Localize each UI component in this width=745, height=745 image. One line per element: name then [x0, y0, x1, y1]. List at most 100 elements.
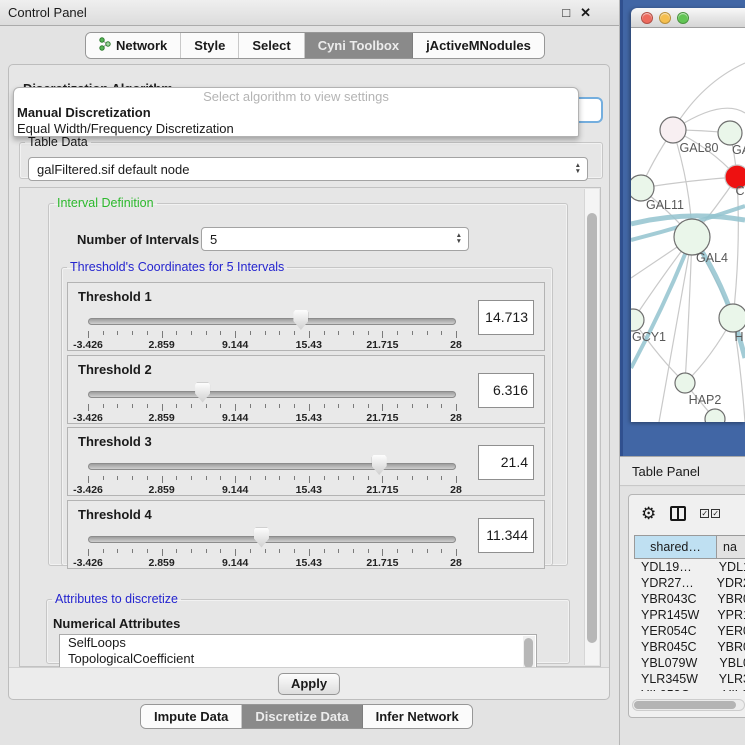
tab-jactivemnodules[interactable]: jActiveMNodules [413, 33, 544, 58]
network-edge[interactable] [641, 177, 737, 188]
tab-style[interactable]: Style [181, 33, 239, 58]
slider-tick [441, 549, 442, 553]
network-node-label: C [735, 184, 744, 198]
gear-icon[interactable]: ⚙ [641, 505, 656, 522]
network-edge[interactable] [733, 177, 738, 318]
slider-thumb[interactable] [293, 310, 308, 330]
network-node-hap2[interactable] [675, 373, 695, 393]
apply-button[interactable]: Apply [278, 673, 340, 695]
screen: Control Panel □ ✕ NetworkStyleSelectCyni… [0, 0, 745, 745]
tab-label: Network [116, 38, 167, 53]
threshold-value-field[interactable]: 14.713 [478, 300, 534, 335]
tab-network[interactable]: Network [86, 33, 181, 58]
algorithm-placeholder-option[interactable]: Select algorithm to view settings [14, 88, 578, 105]
slider-thumb[interactable] [254, 528, 269, 548]
settings-scrollbar[interactable] [584, 189, 599, 665]
slider-tick [235, 549, 236, 556]
algorithm-dropdown-popup: Select algorithm to view settings Manual… [13, 87, 579, 137]
slider-tick [235, 404, 236, 411]
network-icon [99, 37, 111, 54]
slider-track [88, 318, 456, 325]
slider-tick [353, 404, 354, 408]
zoom-traffic-light-icon[interactable] [677, 12, 689, 24]
tab-select[interactable]: Select [239, 33, 304, 58]
slider-tick [220, 331, 221, 335]
slider-tick-label: 21.715 [347, 484, 417, 496]
network-node-ga[interactable] [718, 121, 742, 145]
network-canvas[interactable]: GAL80GACGAL11GAL4GCY1HHAP2 [631, 28, 745, 422]
network-edge-highlighted[interactable] [631, 237, 692, 368]
table-row[interactable]: YDL19…YDL1 [634, 559, 745, 575]
threshold-value-field[interactable]: 21.4 [478, 445, 534, 480]
slider-tick-label: 28 [421, 484, 491, 496]
float-icon[interactable]: □ [562, 0, 570, 25]
slider-tick-label: -3.426 [53, 412, 123, 424]
column-header-shared-name[interactable]: shared… [634, 535, 717, 559]
table-row[interactable]: YER054CYER0 [634, 623, 745, 639]
table-row[interactable]: YLR345WYLR3 [634, 671, 745, 687]
algorithm-option-manual[interactable]: Manual Discretization [14, 105, 578, 121]
slider-tick [397, 404, 398, 408]
threshold-slider-1[interactable]: -3.4262.8599.14415.4321.71528 [88, 309, 456, 349]
network-node-h[interactable] [719, 304, 745, 332]
table-horizontal-scrollbar[interactable] [632, 699, 745, 711]
threshold-panel-2: Threshold 2-3.4262.8599.14415.4321.71528… [67, 355, 545, 424]
threshold-slider-3[interactable]: -3.4262.8599.14415.4321.71528 [88, 454, 456, 494]
tab-infer-network[interactable]: Infer Network [363, 705, 472, 728]
network-node-gcy1[interactable] [631, 309, 644, 331]
network-node-gal4[interactable] [674, 219, 710, 255]
attribute-list-item[interactable]: SelfLoops [60, 635, 536, 651]
slider-track [88, 536, 456, 543]
network-node-gal80[interactable] [660, 117, 686, 143]
interval-definition-group: Interval Definition Number of Intervals … [48, 196, 568, 566]
slider-tick [397, 549, 398, 553]
tab-discretize-data[interactable]: Discretize Data [242, 705, 362, 728]
slider-tick [309, 404, 310, 411]
table-row[interactable]: YPR145WYPR1 [634, 607, 745, 623]
table-row[interactable]: YBR043CYBR0 [634, 591, 745, 607]
column-header-name[interactable]: na [717, 535, 745, 559]
number-of-intervals-combobox[interactable]: 5 ▲▼ [201, 227, 469, 251]
cell-shared-name: YLR345W [634, 671, 713, 687]
slider-tick-label: -3.426 [53, 339, 123, 351]
tab-cyni-toolbox[interactable]: Cyni Toolbox [305, 33, 413, 58]
slider-tick-label: 28 [421, 557, 491, 569]
slider-tick [279, 476, 280, 480]
table-row[interactable]: YDR27…YDR2 [634, 575, 745, 591]
close-traffic-light-icon[interactable] [641, 12, 653, 24]
slider-tick [206, 476, 207, 480]
threshold-slider-2[interactable]: -3.4262.8599.14415.4321.71528 [88, 382, 456, 422]
slider-tick [88, 404, 89, 411]
slider-tick [235, 331, 236, 338]
select-attributes-icon[interactable]: ✓✓ [700, 509, 720, 518]
network-edge[interactable] [673, 63, 745, 130]
threshold-value-field[interactable]: 6.316 [478, 373, 534, 408]
threshold-value-field[interactable]: 11.344 [478, 518, 534, 553]
table-row[interactable]: YBR045CYBR0 [634, 639, 745, 655]
network-node-label: HAP2 [689, 393, 722, 407]
threshold-slider-4[interactable]: -3.4262.8599.14415.4321.71528 [88, 527, 456, 567]
table-data-combobox[interactable]: galFiltered.sif default node ▲▼ [28, 157, 588, 181]
slider-tick [162, 549, 163, 556]
attribute-list-item[interactable]: TopologicalCoefficient [60, 651, 536, 667]
slider-tick [220, 404, 221, 408]
close-icon[interactable]: ✕ [580, 0, 591, 25]
columns-icon[interactable] [670, 506, 686, 521]
network-node-label: GAL4 [696, 251, 728, 265]
cell-name: YER0 [711, 623, 745, 639]
slider-tick-label: 21.715 [347, 412, 417, 424]
table-panel-toolbar: ⚙ ✓✓ [629, 495, 745, 531]
slider-tick [265, 549, 266, 553]
minimize-traffic-light-icon[interactable] [659, 12, 671, 24]
slider-thumb[interactable] [372, 455, 387, 475]
table-row[interactable]: YBL079WYBL0 [634, 655, 745, 671]
network-window-titlebar[interactable] [631, 8, 745, 28]
right-column: GAL80GACGAL11GAL4GCY1HHAP2 Table Panel ⚙… [620, 0, 745, 745]
table-row[interactable]: YIL053CYIL0 [634, 687, 745, 691]
slider-tick [147, 549, 148, 553]
tab-impute-data[interactable]: Impute Data [141, 705, 242, 728]
slider-thumb[interactable] [195, 383, 210, 403]
slider-tick [294, 404, 295, 408]
algorithm-option-equal-width[interactable]: Equal Width/Frequency Discretization [14, 121, 578, 137]
slider-tick [162, 331, 163, 338]
